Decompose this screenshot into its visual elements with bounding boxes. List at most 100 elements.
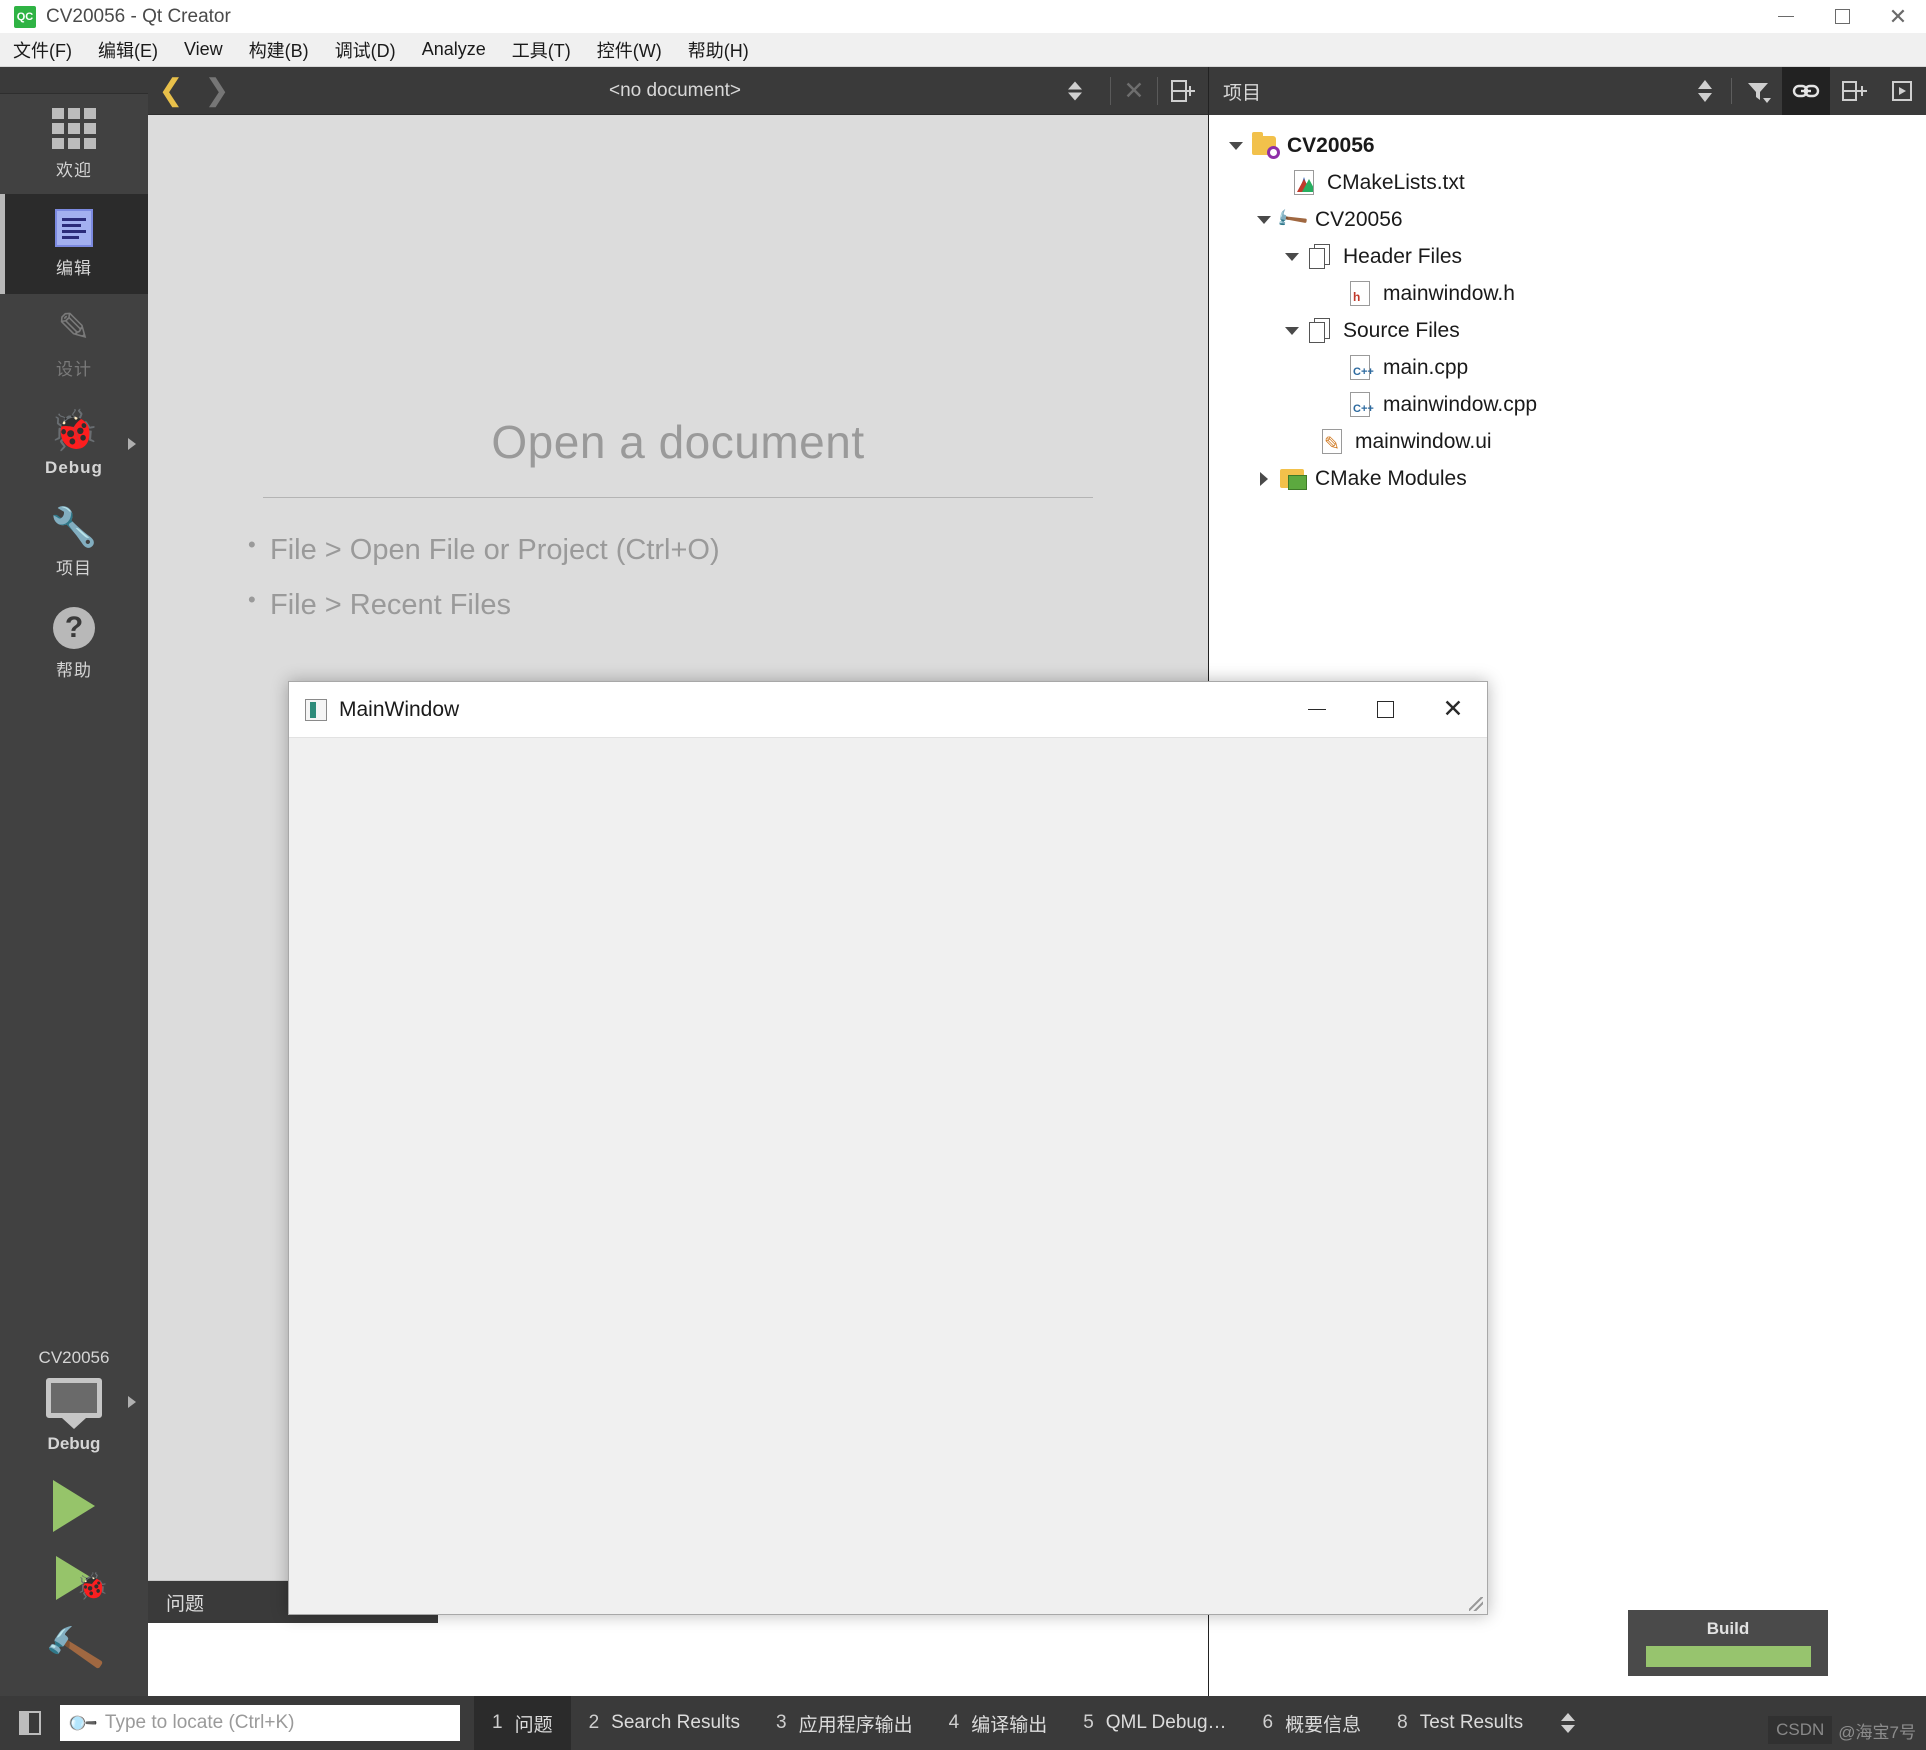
cpp-file-icon: C++ xyxy=(1345,392,1375,417)
pane-button-compile-output[interactable]: 4 编译输出 xyxy=(931,1696,1066,1750)
mode-design[interactable]: ✎ 设计 xyxy=(0,294,148,394)
pane-button-search-results[interactable]: 2 Search Results xyxy=(571,1696,758,1750)
close-document-button[interactable]: ✕ xyxy=(1111,67,1157,115)
pane-chevron-updown-icon[interactable] xyxy=(1541,1713,1595,1733)
nav-forward-button[interactable]: ❯ xyxy=(194,67,240,115)
run-button[interactable] xyxy=(0,1470,148,1542)
mode-debug[interactable]: 🐞 Debug xyxy=(0,394,148,494)
open-documents-combobox[interactable]: <no document> xyxy=(240,67,1110,115)
tree-item-source-files[interactable]: Source Files xyxy=(1209,312,1926,349)
split-add-icon[interactable] xyxy=(1830,67,1878,115)
window-minimize-button[interactable] xyxy=(1758,0,1814,33)
pane-label: QML Debug… xyxy=(1105,1712,1227,1733)
tree-item-header-files[interactable]: Header Files xyxy=(1209,238,1926,275)
expander-down-icon[interactable] xyxy=(1279,326,1305,335)
tree-item-project-root[interactable]: CV20056 xyxy=(1209,127,1926,164)
desktop-monitor-icon xyxy=(46,1378,102,1429)
link-icon[interactable] xyxy=(1782,67,1830,115)
mainwindow-minimize-button[interactable] xyxy=(1283,682,1351,738)
mode-welcome[interactable]: 欢迎 xyxy=(0,94,148,194)
mode-debug-label: Debug xyxy=(45,457,103,477)
menu-analyze[interactable]: Analyze xyxy=(409,33,499,67)
pane-number: 5 xyxy=(1083,1712,1094,1733)
mode-help[interactable]: ? 帮助 xyxy=(0,594,148,694)
locator-input[interactable]: 🔍 Type to locate (Ctrl+K) xyxy=(60,1705,460,1741)
pane-number: 1 xyxy=(492,1712,503,1733)
cmake-file-icon xyxy=(1289,170,1319,195)
menu-debug[interactable]: 调试(D) xyxy=(322,33,409,67)
close-icon: ✕ xyxy=(1888,3,1908,29)
filter-icon[interactable] xyxy=(1734,67,1782,115)
expander-down-icon[interactable] xyxy=(1279,252,1305,261)
tree-item-mainwindow-ui[interactable]: mainwindow.ui xyxy=(1209,423,1926,460)
pane-number: 4 xyxy=(948,1712,960,1733)
tree-item-mainwindow-h[interactable]: h mainwindow.h xyxy=(1209,275,1926,312)
tree-item-cmakelists[interactable]: CMakeLists.txt xyxy=(1209,164,1926,201)
sidebar-toggle-button[interactable] xyxy=(0,1696,60,1750)
kit-chevron-right-icon[interactable] xyxy=(128,1396,136,1408)
cpp-file-icon: C++ xyxy=(1345,355,1375,380)
open-document-label: <no document> xyxy=(608,79,742,101)
bug-icon: 🐞 xyxy=(49,408,99,453)
menu-tools[interactable]: 工具(T) xyxy=(499,33,584,67)
modebar-spacer xyxy=(0,67,148,94)
mainwindow-titlebar[interactable]: MainWindow ✕ xyxy=(289,682,1487,738)
sync-arrows-icon[interactable] xyxy=(1681,67,1729,115)
mainwindow-client-area xyxy=(289,738,1487,1614)
resize-grip-icon[interactable] xyxy=(1469,1597,1483,1611)
kit-selector[interactable]: CV20056 Debug xyxy=(0,1334,148,1470)
mainwindow-close-button[interactable]: ✕ xyxy=(1419,682,1487,738)
pane-button-general-messages[interactable]: 6 概要信息 xyxy=(1245,1696,1380,1750)
tree-item-build-target[interactable]: 🔨 CV20056 xyxy=(1209,201,1926,238)
menu-widgets[interactable]: 控件(W) xyxy=(584,33,675,67)
tree-item-label: mainwindow.h xyxy=(1383,281,1515,305)
pane-label: Search Results xyxy=(611,1712,741,1733)
menu-view[interactable]: View xyxy=(171,33,236,67)
menu-file[interactable]: 文件(F) xyxy=(0,33,85,67)
chevron-right-icon[interactable] xyxy=(128,438,136,450)
start-debugging-button[interactable]: 🐞 xyxy=(0,1542,148,1614)
split-editor-button[interactable] xyxy=(1158,67,1208,115)
minimize-icon xyxy=(1308,708,1326,711)
pane-button-qml-debug[interactable]: 5 QML Debug… xyxy=(1065,1696,1244,1750)
pane-button-issues[interactable]: 1 问题 xyxy=(474,1696,571,1750)
tree-item-cmake-modules[interactable]: CMake Modules xyxy=(1209,460,1926,497)
pane-button-application-output[interactable]: 3 应用程序输出 xyxy=(758,1696,931,1750)
nav-back-button[interactable]: ❮ xyxy=(148,67,194,115)
expander-right-icon[interactable] xyxy=(1251,471,1277,486)
mainwindow-maximize-button[interactable] xyxy=(1351,682,1419,738)
window-maximize-button[interactable] xyxy=(1814,0,1870,33)
wrench-icon: 🔧 xyxy=(50,507,98,549)
window-close-button[interactable]: ✕ xyxy=(1870,0,1926,33)
mode-edit[interactable]: 编辑 xyxy=(0,194,148,294)
pane-button-test-results[interactable]: 8 Test Results xyxy=(1379,1696,1541,1750)
mode-projects[interactable]: 🔧 项目 xyxy=(0,494,148,594)
menu-edit[interactable]: 编辑(E) xyxy=(85,33,171,67)
mode-design-label: 设计 xyxy=(56,360,92,379)
menu-build[interactable]: 构建(B) xyxy=(236,33,322,67)
mainwindow-title: MainWindow xyxy=(339,697,460,721)
mainwindow-dialog[interactable]: MainWindow ✕ xyxy=(288,681,1488,1615)
sidebar-icon xyxy=(19,1711,41,1735)
tree-item-label: Source Files xyxy=(1343,318,1460,342)
list-item: File > Open File or Project (Ctrl+O) xyxy=(248,531,1208,570)
bug-small-icon: 🐞 xyxy=(76,1571,109,1601)
header-file-icon: h xyxy=(1345,281,1375,306)
pencil-icon: ✎ xyxy=(57,306,91,350)
pane-number: 2 xyxy=(588,1712,600,1733)
tree-item-main-cpp[interactable]: C++ main.cpp xyxy=(1209,349,1926,386)
tree-item-mainwindow-cpp[interactable]: C++ mainwindow.cpp xyxy=(1209,386,1926,423)
close-panel-icon[interactable] xyxy=(1878,67,1926,115)
edit-lines-icon xyxy=(55,209,93,247)
question-circle-icon: ? xyxy=(53,607,95,649)
tab-issues[interactable]: 问题 xyxy=(148,1589,204,1616)
tree-item-label: mainwindow.ui xyxy=(1355,429,1492,453)
kit-config-label: Debug xyxy=(47,1434,101,1453)
expander-down-icon[interactable] xyxy=(1223,141,1249,150)
build-button[interactable]: 🔨 xyxy=(0,1614,148,1686)
ui-file-icon xyxy=(1317,429,1347,456)
tree-item-label: Header Files xyxy=(1343,244,1463,268)
tree-item-label: CMake Modules xyxy=(1315,466,1467,490)
close-icon: ✕ xyxy=(1442,695,1464,723)
menu-help[interactable]: 帮助(H) xyxy=(675,33,762,67)
